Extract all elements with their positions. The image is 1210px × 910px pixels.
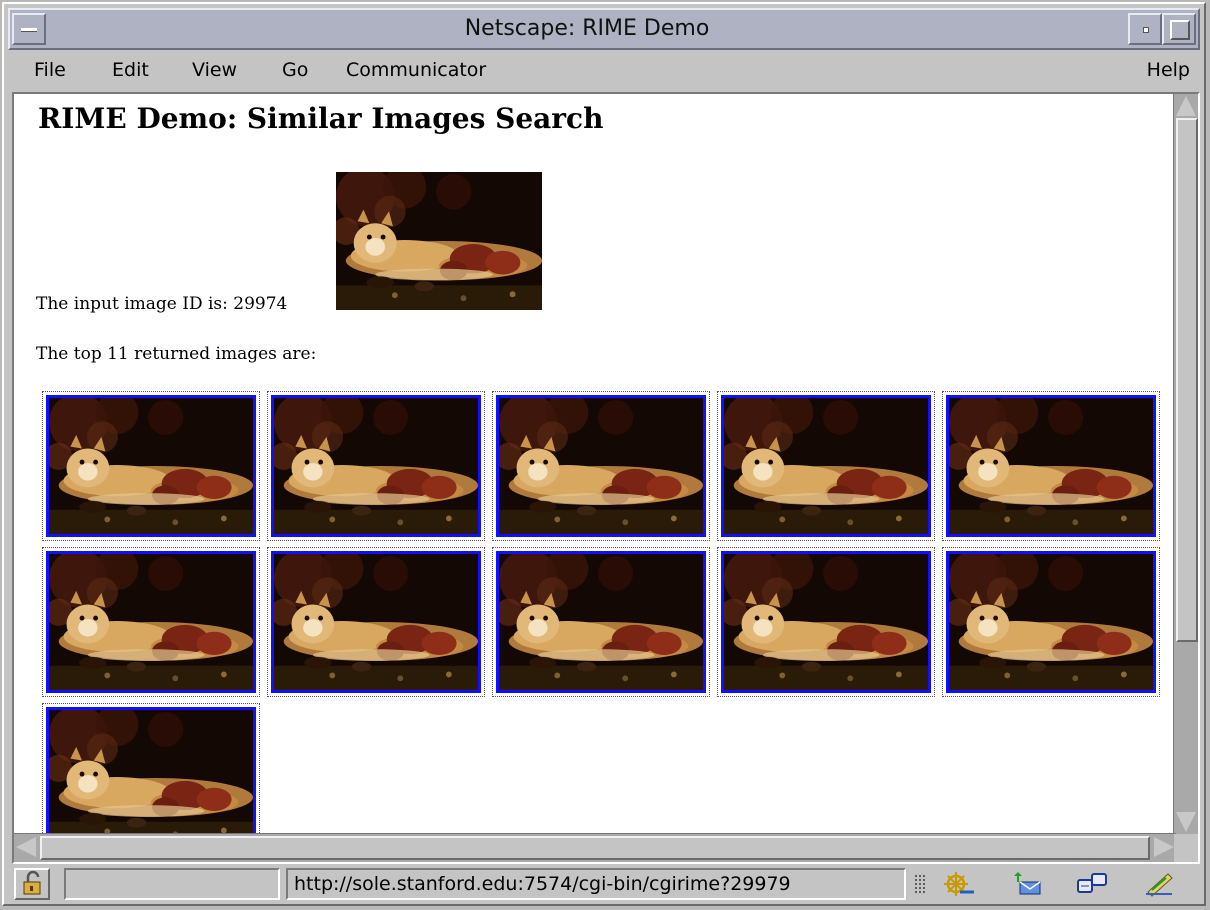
result-cell [492, 547, 710, 697]
horizontal-scroll-thumb[interactable] [40, 836, 1150, 860]
horizontal-scrollbar[interactable] [14, 833, 1176, 862]
result-thumbnail-link[interactable] [271, 395, 481, 537]
mail-icon[interactable] [1008, 870, 1044, 898]
result-thumbnail-link[interactable] [721, 395, 931, 537]
navigator-helm-icon[interactable] [940, 870, 976, 898]
scroll-corner [1174, 834, 1198, 862]
result-cell [492, 391, 710, 541]
result-cell [942, 391, 1160, 541]
content-frame: RIME Demo: Similar Images Search The inp… [12, 92, 1200, 864]
result-cell [42, 703, 260, 834]
result-thumbnail-link[interactable] [496, 395, 706, 537]
result-cell [42, 391, 260, 541]
title-bar[interactable]: Netscape: RIME Demo [8, 8, 1200, 50]
result-thumbnail-link[interactable] [721, 551, 931, 693]
page-title: RIME Demo: Similar Images Search [38, 102, 604, 135]
result-thumbnail-link[interactable] [46, 551, 256, 693]
result-cell [942, 547, 1160, 697]
result-thumbnail-link[interactable] [946, 551, 1156, 693]
menu-view[interactable]: View [188, 57, 241, 83]
results-grid [42, 391, 1172, 834]
component-bar-grip-icon[interactable] [914, 874, 926, 894]
result-thumbnail-link[interactable] [946, 395, 1156, 537]
menu-file[interactable]: File [30, 57, 70, 83]
menu-edit[interactable]: Edit [108, 57, 153, 83]
vertical-scroll-thumb[interactable] [1176, 118, 1198, 642]
result-cell [42, 547, 260, 697]
scroll-up-arrow-icon[interactable] [1176, 96, 1196, 116]
status-message [64, 868, 280, 900]
discussion-icon[interactable] [1074, 870, 1110, 898]
result-thumbnail-link[interactable] [46, 707, 256, 834]
result-cell [267, 547, 485, 697]
vertical-scrollbar[interactable] [1173, 94, 1198, 834]
scroll-right-arrow-icon[interactable] [1154, 837, 1174, 857]
maximize-button[interactable] [1162, 13, 1196, 45]
menu-communicator[interactable]: Communicator [342, 57, 490, 83]
composer-pen-icon[interactable] [1142, 870, 1178, 898]
scroll-left-arrow-icon[interactable] [16, 837, 36, 857]
status-url: http://sole.stanford.edu:7574/cgi-bin/cg… [286, 868, 906, 900]
result-cell [717, 547, 935, 697]
result-thumbnail-link[interactable] [271, 551, 481, 693]
result-thumbnail-link[interactable] [496, 551, 706, 693]
security-lock-icon[interactable] [14, 868, 50, 900]
browser-window: Netscape: RIME Demo File Edit View Go Co… [2, 2, 1206, 906]
query-image [336, 172, 542, 310]
input-image-label: The input image ID is: 29974 [36, 294, 288, 314]
result-thumbnail-link[interactable] [46, 395, 256, 537]
window-menu-button[interactable] [12, 13, 46, 45]
menu-bar: File Edit View Go Communicator Help [8, 51, 1200, 91]
minimize-button[interactable] [1128, 13, 1162, 45]
results-label: The top 11 returned images are: [36, 344, 317, 364]
page-viewport: RIME Demo: Similar Images Search The inp… [14, 94, 1176, 834]
status-bar: http://sole.stanford.edu:7574/cgi-bin/cg… [8, 866, 1200, 904]
menu-go[interactable]: Go [278, 57, 312, 83]
scroll-down-arrow-icon[interactable] [1176, 812, 1196, 832]
window-title: Netscape: RIME Demo [464, 16, 710, 41]
result-cell [267, 391, 485, 541]
result-cell [717, 391, 935, 541]
menu-help[interactable]: Help [1143, 57, 1194, 83]
